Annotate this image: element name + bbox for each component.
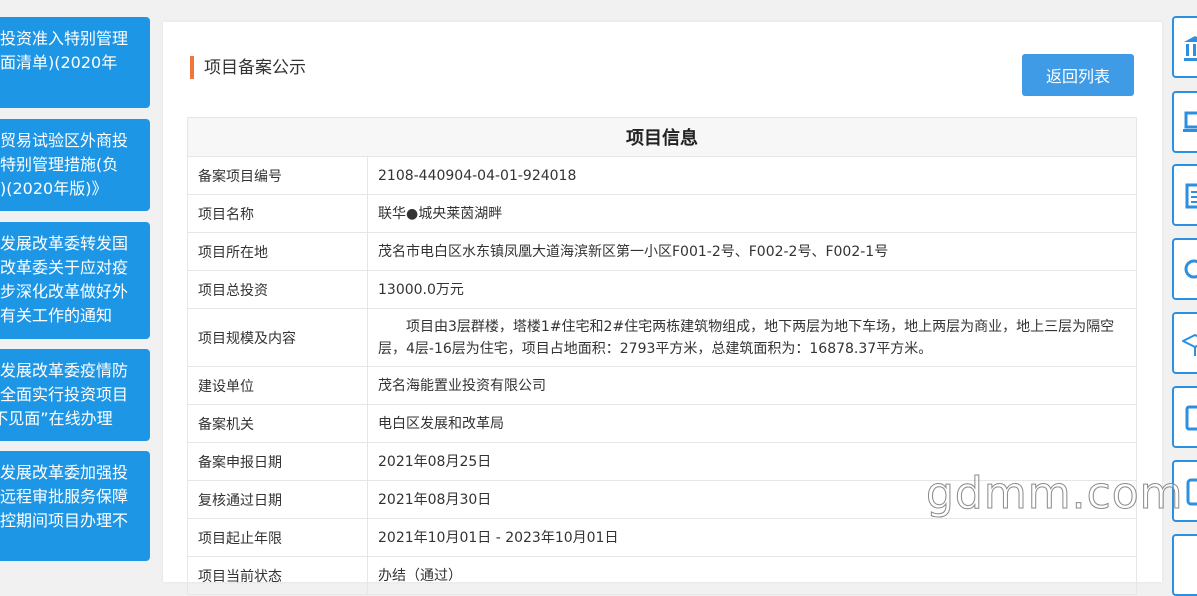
- row-value: 茂名海能置业投资有限公司: [367, 366, 1137, 405]
- sidebar-news-text: 省发展改革委转发国 展改革委关于应对疫 一步深化改革做好外 目有关工作的通知: [0, 234, 129, 325]
- graduation-icon[interactable]: [1172, 312, 1197, 374]
- table-row: 项目起止年限 2021年10月01日 - 2023年10月01日: [187, 518, 1137, 557]
- row-label: 备案机关: [187, 404, 368, 443]
- sidebar-news-text: 省发展改革委疫情防 间全面实行投资项目 “不见面”在线办理: [0, 361, 129, 428]
- sidebar-news-text: 由贸易试验区外商投 入特别管理措施(负 单)(2020年版)》: [0, 131, 129, 198]
- menu-icon[interactable]: [1172, 534, 1197, 596]
- row-label: 备案项目编号: [187, 156, 368, 195]
- table-row: 项目当前状态 办结（通过）: [187, 556, 1137, 595]
- project-info-table: 项目信息 备案项目编号 2108-440904-04-01-924018 项目名…: [187, 117, 1137, 595]
- sidebar-news-item[interactable]: 省发展改革委疫情防 间全面实行投资项目 “不见面”在线办理: [0, 349, 150, 441]
- table-row: 建设单位 茂名海能置业投资有限公司: [187, 366, 1137, 405]
- row-value: 茂名市电白区水东镇凤凰大道海滨新区第一小区F001-2号、F002-2号、F00…: [367, 232, 1137, 271]
- watermark: gdmm.com: [926, 468, 1184, 520]
- table-row: 项目总投资 13000.0万元: [187, 270, 1137, 309]
- table-row: 项目名称 联华●城央莱茵湖畔: [187, 194, 1137, 233]
- row-value-text: 项目由3层群楼，塔楼1#住宅和2#住宅两栋建筑物组成，地下两层为地下车场，地上两…: [378, 318, 1115, 357]
- table-row: 项目规模及内容 项目由3层群楼，塔楼1#住宅和2#住宅两栋建筑物组成，地下两层为…: [187, 308, 1137, 367]
- row-label: 备案申报日期: [187, 442, 368, 481]
- row-value: 电白区发展和改革局: [367, 404, 1137, 443]
- document-icon[interactable]: [1172, 164, 1197, 226]
- section-title: 项目备案公示: [204, 58, 306, 78]
- sidebar-news-item[interactable]: 省发展改革委转发国 展改革委关于应对疫 一步深化改革做好外 目有关工作的通知: [0, 222, 150, 339]
- bank-icon[interactable]: [1172, 16, 1197, 78]
- table-header-row: 项目信息: [187, 117, 1137, 157]
- table-row: 备案机关 电白区发展和改革局: [187, 404, 1137, 443]
- row-label: 项目所在地: [187, 232, 368, 271]
- row-value: 项目由3层群楼，塔楼1#住宅和2#住宅两栋建筑物组成，地下两层为地下车场，地上两…: [367, 308, 1137, 367]
- row-value: 13000.0万元: [367, 270, 1137, 309]
- row-label: 项目规模及内容: [187, 308, 368, 367]
- row-label: 项目当前状态: [187, 556, 368, 595]
- sidebar-news-text: 商投资准入特别管理 负面清单)(2020年: [0, 29, 129, 72]
- file-icon[interactable]: [1172, 386, 1197, 448]
- row-label: 项目总投资: [187, 270, 368, 309]
- sidebar-news-item[interactable]: 商投资准入特别管理 负面清单)(2020年: [0, 17, 150, 108]
- laptop-icon[interactable]: [1172, 91, 1197, 153]
- row-label: 项目起止年限: [187, 518, 368, 557]
- row-value: 2108-440904-04-01-924018: [367, 156, 1137, 195]
- sidebar-news-item[interactable]: 省发展改革委加强投 目远程审批服务保障 防控期间项目办理不: [0, 451, 150, 561]
- sidebar-news-text: 省发展改革委加强投 目远程审批服务保障 防控期间项目办理不: [0, 463, 129, 530]
- table-row: 项目所在地 茂名市电白区水东镇凤凰大道海滨新区第一小区F001-2号、F002-…: [187, 232, 1137, 271]
- row-label: 建设单位: [187, 366, 368, 405]
- row-value: 2021年10月01日 - 2023年10月01日: [367, 518, 1137, 557]
- row-value: 办结（通过）: [367, 556, 1137, 595]
- section-accent-bar: [190, 56, 194, 79]
- sidebar-news-item[interactable]: 由贸易试验区外商投 入特别管理措施(负 单)(2020年版)》: [0, 119, 150, 211]
- table-row: 备案项目编号 2108-440904-04-01-924018: [187, 156, 1137, 195]
- table-title: 项目信息: [187, 117, 1137, 157]
- row-value: 联华●城央莱茵湖畔: [367, 194, 1137, 233]
- back-to-list-button[interactable]: 返回列表: [1022, 54, 1134, 96]
- search-icon[interactable]: [1172, 238, 1197, 300]
- row-label: 复核通过日期: [187, 480, 368, 519]
- row-label: 项目名称: [187, 194, 368, 233]
